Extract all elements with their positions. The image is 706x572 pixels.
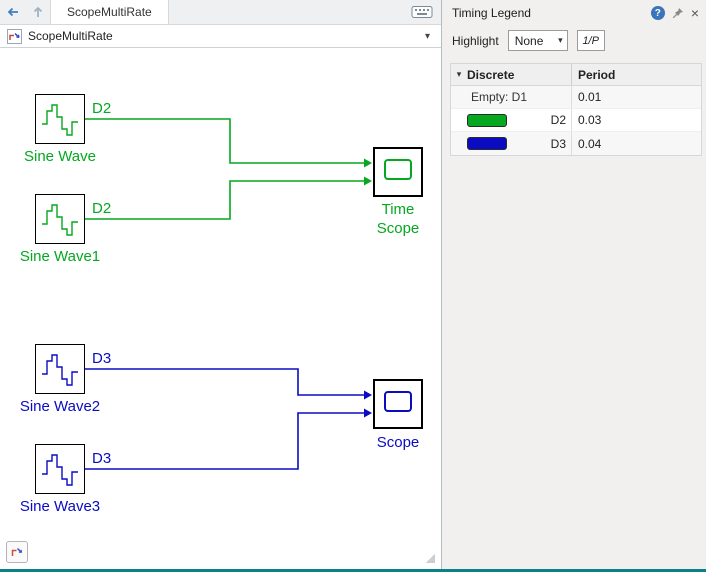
collapse-chevron-icon[interactable]: ▾: [451, 69, 467, 80]
model-canvas[interactable]: D2 D2 D3 D3 Sine Wave Sine Wave1 Sine Wa…: [0, 48, 441, 569]
highlight-dropdown[interactable]: None ▾: [507, 30, 568, 51]
legend-row-d2[interactable]: D2 0.03: [451, 109, 701, 132]
up-arrow-icon: [33, 6, 42, 17]
up-button[interactable]: [25, 0, 50, 24]
address-bar: ScopeMultiRate ▾: [0, 25, 441, 48]
block-label-time-scope: Time Scope: [376, 201, 420, 237]
tab-scopemultirate[interactable]: ScopeMultiRate: [50, 0, 169, 24]
model-editor: ScopeMultiRate ScopeMultiRate ▾ D2 D2 D3…: [0, 0, 442, 569]
panel-header: Timing Legend ? ×: [442, 0, 706, 26]
block-label-sine-wave2: Sine Wave2: [19, 398, 101, 415]
sine-wave-icon: [42, 204, 78, 236]
timing-legend-icon: [11, 547, 23, 556]
legend-table-header: ▾ Discrete Period: [451, 64, 701, 86]
row-period-d2: 0.03: [571, 109, 701, 131]
row-label-d1: Empty: D1: [471, 90, 528, 104]
breadcrumb[interactable]: ScopeMultiRate: [28, 29, 113, 43]
d3-color-swatch: [467, 137, 507, 150]
rate-label-d2: D2: [92, 100, 112, 117]
sine-wave-icon: [42, 454, 78, 486]
scope-screen-icon: [384, 391, 412, 412]
panel-title: Timing Legend: [452, 6, 531, 20]
block-sine-wave2[interactable]: [35, 344, 85, 394]
timing-legend-toggle-button[interactable]: [6, 541, 28, 563]
canvas-resize-grip[interactable]: [425, 553, 435, 563]
block-sine-wave1[interactable]: [35, 194, 85, 244]
sine-wave-icon: [42, 354, 78, 386]
help-icon[interactable]: ?: [650, 6, 665, 20]
block-label-scope: Scope: [376, 434, 420, 451]
block-label-sine-wave1: Sine Wave1: [19, 248, 101, 265]
column-header-discrete: Discrete: [467, 67, 515, 82]
period-toggle-button[interactable]: 1/P: [576, 30, 605, 51]
scope-screen-icon: [384, 159, 412, 180]
rate-label-d2: D2: [92, 200, 112, 217]
dropdown-caret-icon: ▾: [558, 35, 563, 45]
close-icon[interactable]: ×: [691, 6, 699, 20]
simulink-window: ScopeMultiRate ScopeMultiRate ▾ D2 D2 D3…: [0, 0, 706, 572]
signal-sinewave-to-timescope[interactable]: [85, 118, 372, 168]
model-icon: [7, 28, 22, 44]
tabbar-spacer: [169, 0, 403, 24]
signal-sinewave1-to-timescope[interactable]: [85, 176, 372, 220]
block-sine-wave[interactable]: [35, 94, 85, 144]
block-label-sine-wave3: Sine Wave3: [19, 498, 101, 515]
row-label-d2: D2: [550, 113, 566, 127]
back-arrow-icon: [7, 7, 18, 17]
block-scope[interactable]: [373, 379, 423, 429]
legend-table: ▾ Discrete Period Empty: D1 0.01 D2 0.03: [450, 63, 702, 156]
rate-label-d3: D3: [92, 350, 112, 367]
row-period-d3: 0.04: [571, 132, 701, 155]
legend-row-d3[interactable]: D3 0.04: [451, 132, 701, 155]
signal-sinewave2-to-scope[interactable]: [85, 368, 372, 400]
pin-icon[interactable]: [672, 7, 684, 19]
signal-sinewave3-to-scope[interactable]: [85, 408, 372, 470]
block-time-scope[interactable]: [373, 147, 423, 197]
highlight-value: None: [514, 33, 544, 48]
highlight-label: Highlight: [452, 33, 499, 48]
block-label-sine-wave: Sine Wave: [24, 148, 96, 165]
timing-legend-panel: Timing Legend ? × Highlight None ▾ 1/P ▾…: [442, 0, 706, 569]
column-header-period: Period: [571, 64, 701, 85]
legend-toolbar: Highlight None ▾ 1/P: [442, 26, 706, 55]
keyboard-shortcuts-button[interactable]: [403, 0, 441, 24]
d2-color-swatch: [467, 113, 507, 127]
panel-header-icons: ? ×: [650, 6, 699, 20]
row-period-d1: 0.01: [571, 86, 701, 108]
block-sine-wave3[interactable]: [35, 444, 85, 494]
sine-wave-icon: [42, 104, 78, 136]
rate-label-d3: D3: [92, 450, 112, 467]
editor-tabbar: ScopeMultiRate: [0, 0, 441, 25]
keyboard-icon: [411, 6, 433, 18]
legend-row-d1[interactable]: Empty: D1 0.01: [451, 86, 701, 109]
row-label-d3: D3: [550, 136, 566, 151]
address-caret-icon[interactable]: ▾: [425, 31, 434, 42]
back-button[interactable]: [0, 0, 25, 24]
